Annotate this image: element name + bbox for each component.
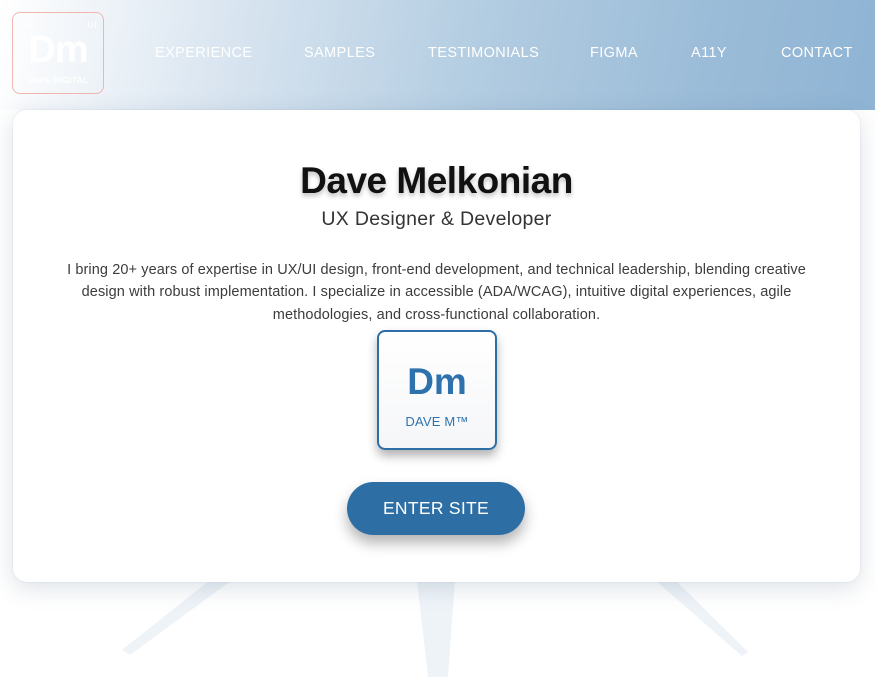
nav-link-figma[interactable]: FIGMA [590,45,638,61]
badge-label: DAVE M™ [405,414,469,429]
page-title: Dave Melkonian [300,160,573,201]
nav-link-samples[interactable]: SAMPLES [304,45,375,61]
nav-link-contact[interactable]: CONTACT [781,45,853,61]
job-title: UX Designer & Developer [321,208,552,230]
nav-link-a11y[interactable]: A11Y [691,45,727,61]
bio-paragraph: I bring 20+ years of expertise in UX/UI … [67,261,806,323]
logo-badge: Dm DAVE M™ [377,330,497,450]
nav-link-experience[interactable]: EXPERIENCE [155,45,252,61]
logo-subtitle: 100% DIGITAL [27,75,89,85]
nav-link-testimonials[interactable]: TESTIMONIALS [428,45,539,61]
intro-card: Dave Melkonian UX Designer & Developer I… [13,110,860,582]
badge-mark: Dm [407,361,467,402]
site-header: UX UI Dm 100% DIGITAL EXPERIENCE SAMPLES… [0,0,875,110]
main-nav: EXPERIENCE SAMPLES TESTIMONIALS FIGMA A1… [0,45,875,65]
enter-site-button[interactable]: ENTER SITE [347,482,525,535]
